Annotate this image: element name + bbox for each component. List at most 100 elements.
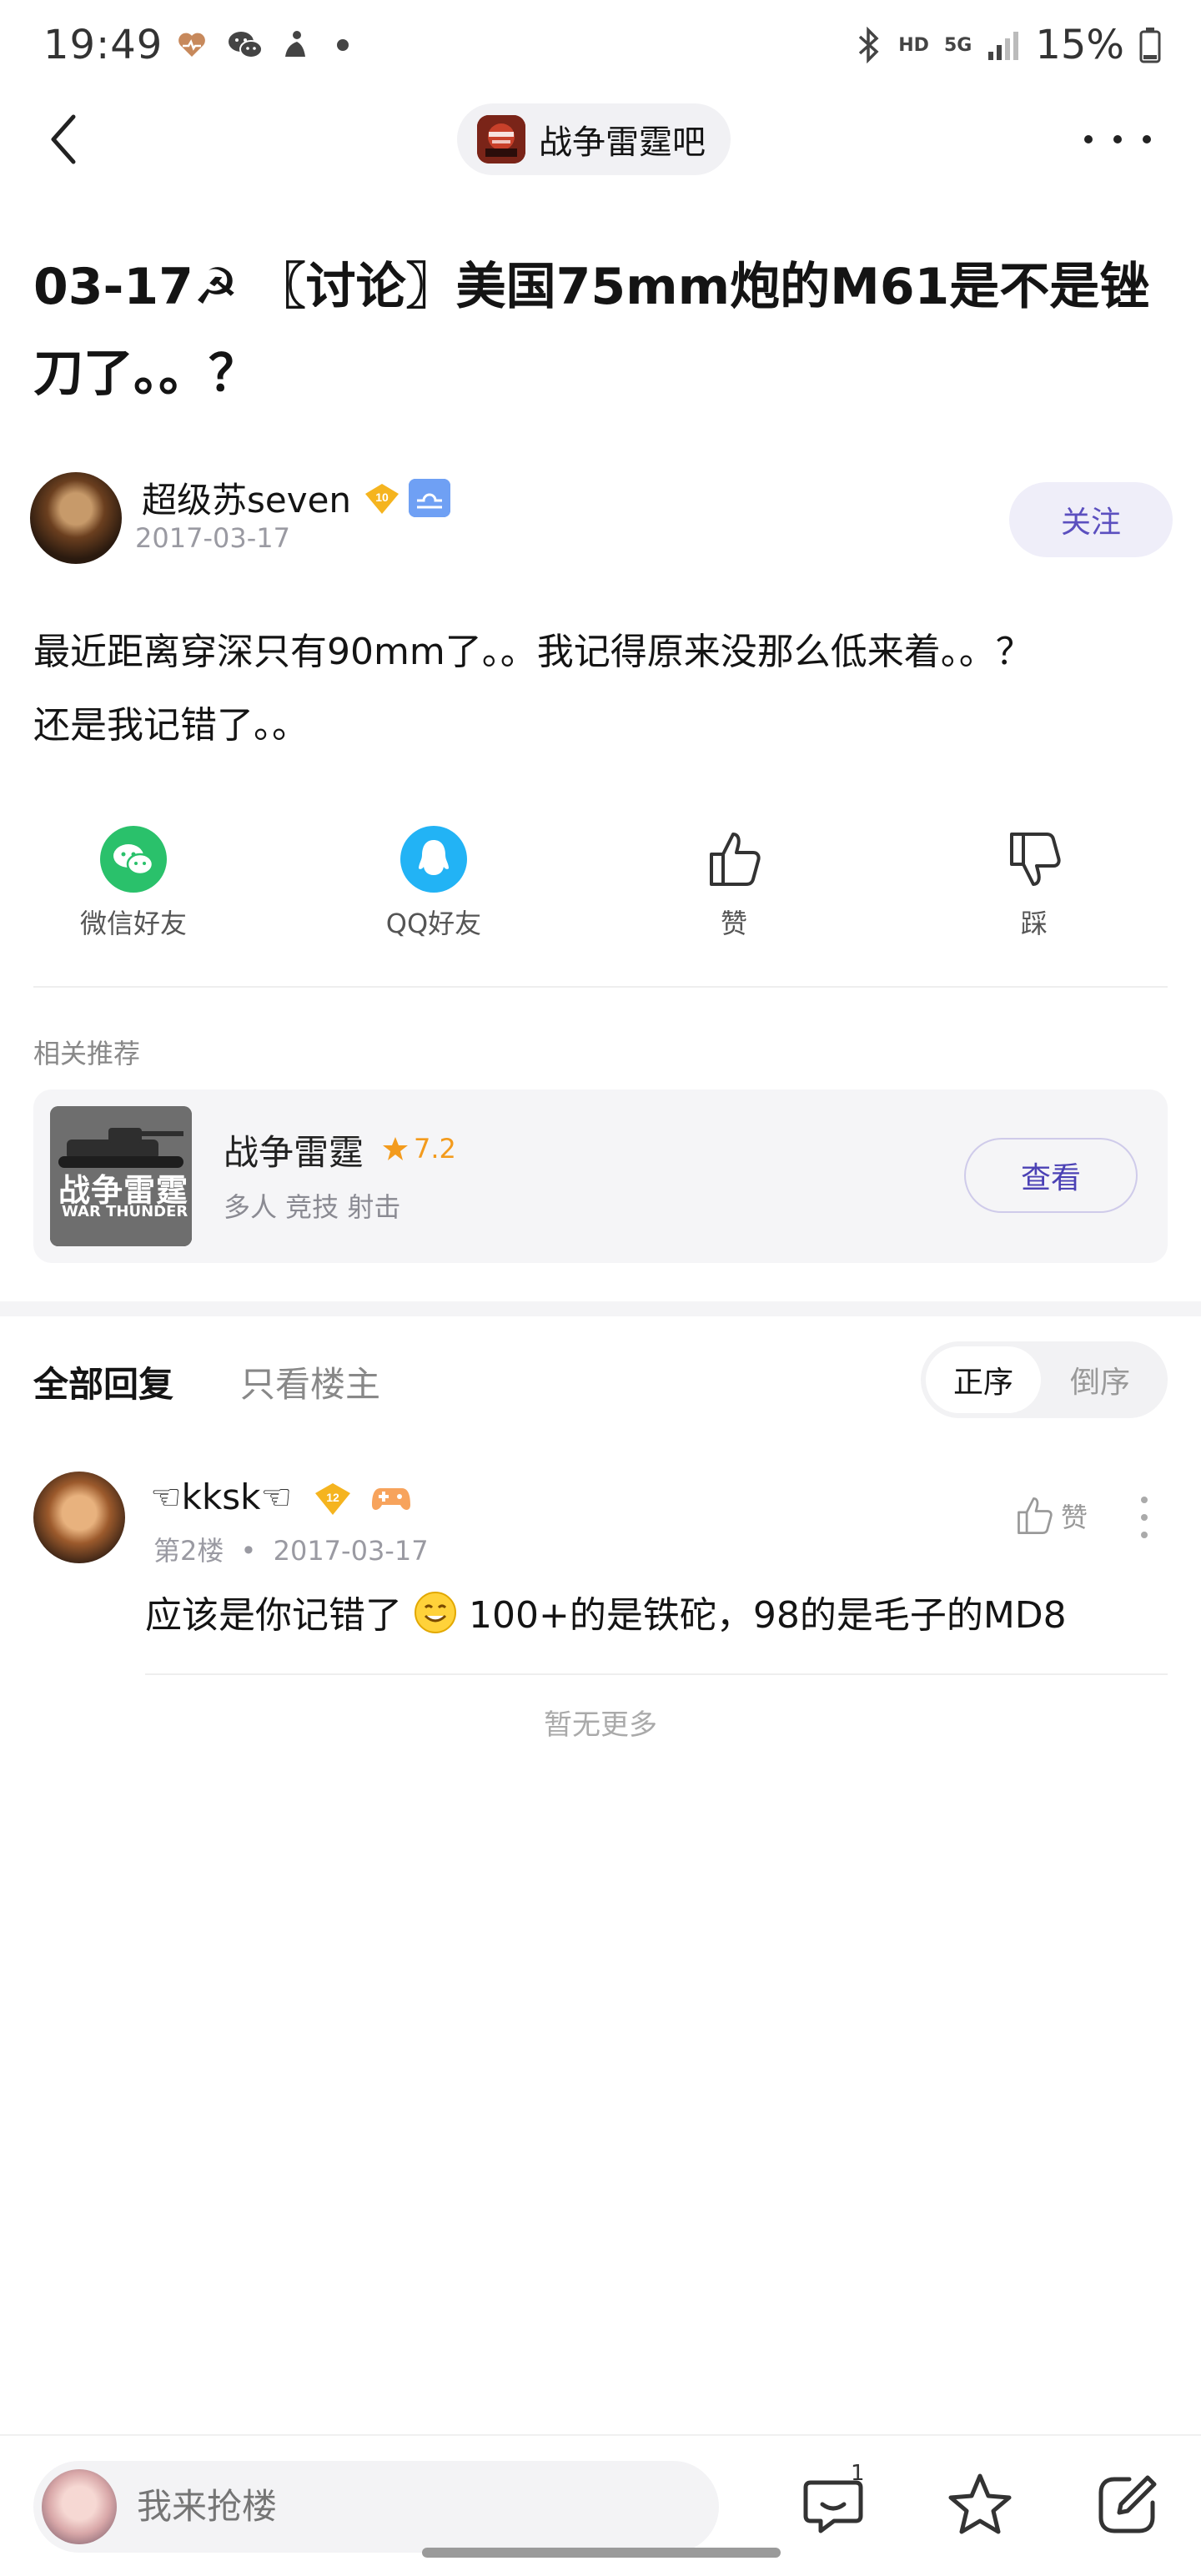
star-outline-icon — [948, 2473, 1012, 2534]
wechat-notification-icon — [227, 28, 263, 62]
section-divider — [0, 1301, 1201, 1316]
game-rating: 7.2 — [382, 1133, 456, 1165]
post-body-line: 还是我记错了。。 — [33, 704, 309, 747]
like-label: 赞 — [720, 908, 747, 939]
game-tags: 多人 竞技 射击 — [224, 1191, 401, 1223]
author-avatar[interactable] — [30, 472, 122, 564]
reply-meta: 第2楼 • 2017-03-17 — [153, 1530, 429, 1568]
level-badge-icon: 12 — [312, 1482, 354, 1517]
more-dot — [1141, 1514, 1148, 1521]
bluetooth-icon — [859, 27, 879, 63]
thumbs-up-icon — [701, 826, 767, 893]
more-dot — [1113, 135, 1122, 143]
dislike-label: 踩 — [1020, 908, 1048, 939]
sort-ascending-button[interactable]: 正序 — [926, 1346, 1041, 1413]
signal-icon — [988, 32, 1019, 60]
reply-more-button[interactable] — [1141, 1497, 1149, 1538]
post-date: 2017-03-17 — [135, 522, 290, 554]
more-notifications-dot — [337, 39, 349, 51]
tab-op-only[interactable]: 只看楼主 — [240, 1356, 380, 1407]
edit-share-button[interactable] — [1089, 2468, 1164, 2543]
chevron-left-icon — [51, 114, 76, 164]
network-label: 5G — [943, 34, 972, 56]
forum-logo-icon — [477, 115, 525, 164]
top-nav: 战争雷霆吧 — [0, 93, 1201, 185]
like-button[interactable]: 赞 — [634, 826, 834, 941]
reply-like-button[interactable]: 赞 — [1014, 1495, 1088, 1537]
smile-emoji-icon — [415, 1592, 456, 1633]
share-row: 微信好友 QQ好友 赞 踩 — [33, 826, 1168, 951]
reply-floor: 第2楼 — [153, 1535, 224, 1567]
divider — [145, 1673, 1168, 1675]
follow-button[interactable]: 关注 — [1009, 482, 1173, 557]
post-title: 03-17☭ 〖讨论〗美国75mm炮的M61是不是锉刀了。。？ — [33, 258, 1150, 403]
reply-item: ☜kksk☜ 12 第2楼 • 2017-03-17 赞 应该是你记错了 100… — [33, 1472, 1168, 1680]
divider — [0, 2434, 1201, 2436]
sort-order-toggle: 正序 倒序 — [921, 1341, 1168, 1418]
forum-name: 战争雷霆吧 — [539, 123, 706, 162]
status-time: 19:49 — [43, 22, 163, 68]
dislike-button[interactable]: 踩 — [934, 826, 1134, 941]
level-badge-icon: 10 — [362, 482, 402, 516]
battery-text: 15% — [1035, 22, 1124, 68]
reply-like-label: 赞 — [1060, 1502, 1088, 1533]
comment-count: 1 — [851, 2461, 865, 2486]
share-qq-button[interactable]: QQ好友 — [334, 826, 534, 941]
reply-text-part: 100+的是铁砣，98的是毛子的MD8 — [469, 1594, 1067, 1637]
replies-header: 全部回复 只看楼主 正序 倒序 — [0, 1338, 1201, 1421]
author-row: 超级苏seven 10 2017-03-17 关注 — [30, 472, 1173, 564]
status-right: HD 5G 15% — [855, 22, 1161, 68]
related-section-title: 相关推荐 — [33, 1038, 141, 1069]
no-more-text: 暂无更多 — [544, 1708, 657, 1742]
star-icon — [383, 1137, 408, 1160]
view-game-button[interactable]: 查看 — [964, 1138, 1138, 1213]
thumbs-up-icon — [1018, 1497, 1053, 1534]
more-dot — [1141, 1532, 1148, 1538]
game-thumb-subtitle: WAR THUNDER — [62, 1203, 188, 1220]
app-notification-icon — [279, 28, 312, 62]
gamepad-icon — [370, 1482, 412, 1515]
reply-author-name[interactable]: ☜kksk☜ — [150, 1477, 292, 1517]
author-name[interactable]: 超级苏seven — [142, 472, 351, 523]
reply-date: 2017-03-17 — [273, 1535, 429, 1567]
author-level: 10 — [375, 491, 389, 504]
reply-avatar[interactable] — [33, 1472, 125, 1563]
share-wechat-button[interactable]: 微信好友 — [33, 826, 234, 941]
home-indicator[interactable] — [422, 2548, 781, 2558]
share-wechat-label: 微信好友 — [79, 908, 187, 939]
user-avatar — [42, 2469, 117, 2544]
thumbs-down-icon — [1001, 826, 1068, 893]
more-dot — [1141, 1497, 1148, 1503]
qq-icon — [400, 826, 467, 893]
tab-all-replies[interactable]: 全部回复 — [33, 1356, 173, 1407]
wechat-icon — [100, 826, 167, 893]
reply-composer[interactable] — [33, 2461, 719, 2553]
edit-icon — [1098, 2475, 1157, 2533]
post-body: 最近距离穿深只有90mm了。。我记得原来没那么低来着。。？ 还是我记错了。。 — [33, 616, 1176, 762]
reply-input[interactable] — [137, 2461, 671, 2553]
divider — [33, 986, 1168, 988]
sort-descending-button[interactable]: 倒序 — [1046, 1346, 1154, 1413]
game-name: 战争雷霆 — [224, 1132, 364, 1173]
forum-entry[interactable]: 战争雷霆吧 — [457, 103, 731, 175]
share-qq-label: QQ好友 — [385, 908, 482, 939]
more-dot — [1143, 135, 1151, 143]
post-body-line: 最近距离穿深只有90mm了。。我记得原来没那么低来着。。？ — [33, 631, 1033, 673]
related-game-card[interactable]: 战争雷霆 WAR THUNDER 战争雷霆 7.2 多人 竞技 射击 查看 — [33, 1089, 1168, 1263]
game-thumbnail: 战争雷霆 WAR THUNDER — [50, 1106, 192, 1246]
hd-label: HD — [898, 34, 929, 56]
favorite-button[interactable] — [942, 2468, 1018, 2543]
more-options-button[interactable] — [1084, 118, 1151, 160]
meta-separator-dot: • — [240, 1535, 257, 1567]
back-button[interactable] — [42, 110, 92, 169]
status-bar: 19:49 HD 5G 15% — [0, 0, 1201, 92]
reply-content: 应该是你记错了 100+的是铁砣，98的是毛子的MD8 — [145, 1585, 1067, 1638]
game-rating-value: 7.2 — [414, 1133, 456, 1165]
more-dot — [1084, 135, 1093, 143]
reply-level: 12 — [326, 1491, 339, 1504]
battery-icon — [1139, 28, 1161, 63]
notification-icons — [175, 28, 349, 62]
health-icon — [175, 28, 209, 62]
reply-text-part: 应该是你记错了 — [145, 1594, 402, 1637]
libra-zodiac-icon — [409, 479, 450, 517]
